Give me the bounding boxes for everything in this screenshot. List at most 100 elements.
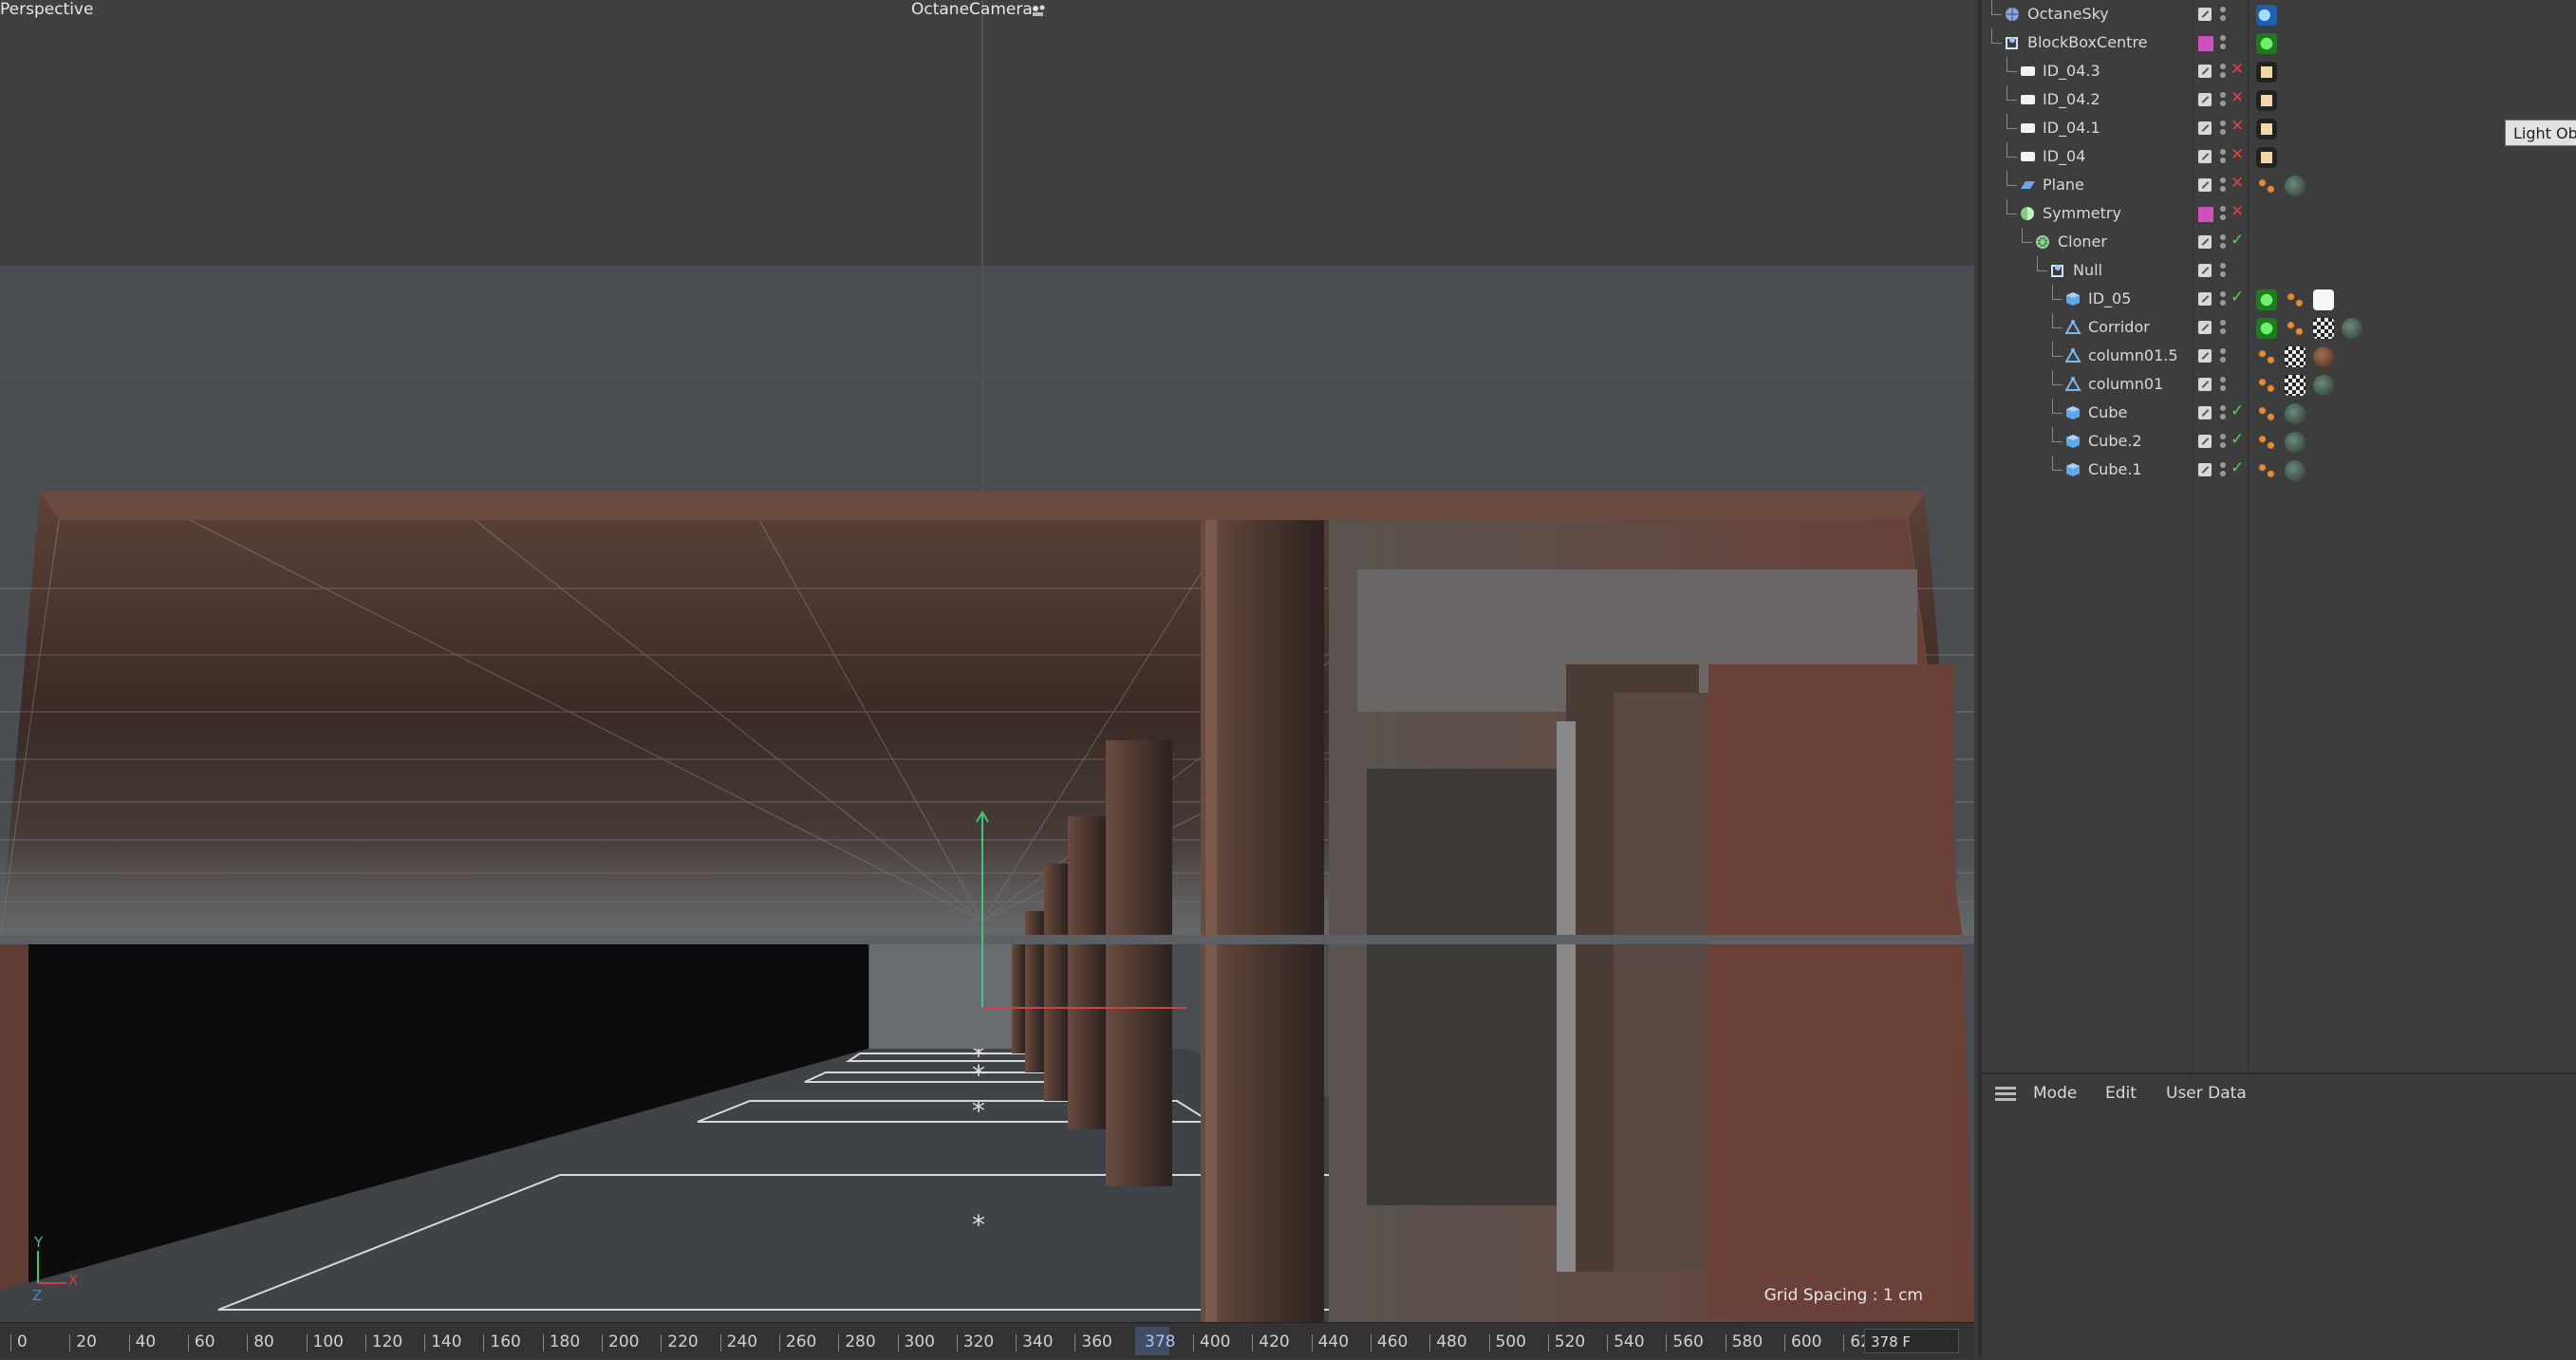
object-name[interactable]: ID_04 — [2043, 147, 2085, 165]
object-row-column01[interactable]: column01 — [1982, 370, 2576, 399]
visibility-dots-icon[interactable] — [2220, 205, 2226, 222]
octane-object-tag-icon[interactable] — [2256, 33, 2277, 54]
object-row-cube-2[interactable]: Cube.2 ✓ — [1982, 427, 2576, 456]
visibility-dots-icon[interactable] — [2220, 91, 2226, 108]
edit-layer-icon[interactable] — [2198, 178, 2212, 192]
material-tag-icon[interactable] — [2285, 460, 2305, 481]
enabled-check-icon[interactable]: ✓ — [2231, 458, 2244, 477]
octane-env-tag-icon[interactable] — [2256, 5, 2277, 26]
visibility-dots-icon[interactable] — [2220, 233, 2226, 251]
texture-tag-icon[interactable] — [2285, 318, 2305, 339]
edit-layer-icon[interactable] — [2198, 121, 2212, 135]
edit-layer-icon[interactable] — [2198, 264, 2212, 277]
disabled-cross-icon[interactable]: ✕ — [2231, 117, 2244, 136]
octane-light-tag-icon[interactable] — [2256, 119, 2277, 140]
object-manager[interactable]: OctaneSky BlockBoxCentre ID_04.3 ✕ ID_04.2 ✕ I… — [1982, 0, 2576, 1072]
edit-layer-icon[interactable] — [2198, 321, 2212, 334]
visibility-dots-icon[interactable] — [2220, 461, 2226, 478]
visibility-dots-icon[interactable] — [2220, 120, 2226, 137]
texture-tag-icon[interactable] — [2256, 176, 2277, 196]
material-tag-icon[interactable] — [2342, 318, 2362, 339]
visibility-dots-icon[interactable] — [2220, 6, 2226, 23]
object-name[interactable]: column01.5 — [2088, 346, 2178, 364]
disabled-cross-icon[interactable]: ✕ — [2231, 145, 2244, 164]
object-row-id-05[interactable]: ID_05 ✓ — [1982, 285, 2576, 313]
disabled-cross-icon[interactable]: ✕ — [2231, 88, 2244, 107]
object-row-id-04[interactable]: ID_04 ✕ — [1982, 142, 2576, 171]
disabled-cross-icon[interactable]: ✕ — [2231, 60, 2244, 79]
visibility-dots-icon[interactable] — [2220, 262, 2226, 279]
camera-name-label[interactable]: OctaneCamera — [911, 0, 1033, 19]
object-name[interactable]: ID_04.2 — [2043, 90, 2100, 108]
visibility-dots-icon[interactable] — [2220, 319, 2226, 336]
visibility-dots-icon[interactable] — [2220, 34, 2226, 51]
visibility-dots-icon[interactable] — [2220, 347, 2226, 364]
edit-layer-icon[interactable] — [2198, 235, 2212, 249]
enabled-check-icon[interactable]: ✓ — [2231, 401, 2244, 420]
edit-layer-icon[interactable] — [2198, 378, 2212, 391]
enabled-check-icon[interactable]: ✓ — [2231, 231, 2244, 250]
material-tag-icon[interactable] — [2285, 432, 2305, 453]
object-row-cube-1[interactable]: Cube.1 ✓ — [1982, 456, 2576, 484]
object-name[interactable]: OctaneSky — [2027, 5, 2109, 23]
menu-mode[interactable]: Mode — [2033, 1084, 2077, 1103]
object-name[interactable]: Cube.2 — [2088, 432, 2142, 450]
disabled-cross-icon[interactable]: ✕ — [2231, 202, 2244, 221]
edit-layer-icon[interactable] — [2198, 463, 2212, 476]
texture-tag-icon[interactable] — [2256, 375, 2277, 396]
rust-material-tag-icon[interactable] — [2313, 346, 2334, 367]
object-name[interactable]: Cube.1 — [2088, 460, 2142, 478]
edit-layer-icon[interactable] — [2198, 93, 2212, 106]
3d-viewport[interactable]: * * * * Perspective OctaneCamera Y X Z G… — [0, 0, 1974, 1322]
edit-layer-icon[interactable] — [2198, 8, 2212, 21]
edit-layer-icon[interactable] — [2198, 292, 2212, 306]
menu-user-data[interactable]: User Data — [2166, 1084, 2247, 1103]
texture-tag-icon[interactable] — [2256, 346, 2277, 367]
visibility-dots-icon[interactable] — [2220, 290, 2226, 307]
object-name[interactable]: column01 — [2088, 375, 2163, 393]
menu-edit[interactable]: Edit — [2105, 1084, 2137, 1103]
attribute-manager[interactable]: Mode Edit User Data — [1982, 1072, 2576, 1360]
object-name[interactable]: Cube — [2088, 403, 2127, 421]
object-name[interactable]: ID_04.3 — [2043, 62, 2100, 80]
object-row-id-04-1[interactable]: ID_04.1 ✕ — [1982, 114, 2576, 142]
object-name[interactable]: Cloner — [2058, 233, 2107, 251]
checker-material-tag-icon[interactable] — [2313, 318, 2334, 339]
timeline-ruler[interactable]: 378 0 20 40 60 80 100 120 140 160 180 200 220 240 260… — [0, 1322, 1974, 1359]
object-name[interactable]: ID_05 — [2088, 289, 2131, 307]
edit-layer-icon[interactable] — [2198, 65, 2212, 78]
object-row-null[interactable]: Null — [1982, 256, 2576, 285]
view-name-label[interactable]: Perspective — [0, 0, 93, 19]
edit-layer-icon[interactable] — [2198, 349, 2212, 363]
visibility-dots-icon[interactable] — [2220, 376, 2226, 393]
visibility-dots-icon[interactable] — [2220, 148, 2226, 165]
object-row-id-04-3[interactable]: ID_04.3 ✕ — [1982, 57, 2576, 85]
material-tag-icon[interactable] — [2313, 375, 2334, 396]
material-tag-icon[interactable] — [2285, 176, 2305, 196]
disabled-cross-icon[interactable]: ✕ — [2231, 174, 2244, 193]
hamburger-menu-icon[interactable] — [1995, 1087, 2016, 1102]
object-row-symmetry[interactable]: Symmetry ✕ — [1982, 199, 2576, 228]
object-name[interactable]: Corridor — [2088, 318, 2150, 336]
camera-link-icon[interactable] — [1030, 3, 1047, 16]
visibility-dots-icon[interactable] — [2220, 433, 2226, 450]
white-material-tag-icon[interactable] — [2313, 289, 2334, 310]
object-row-plane[interactable]: Plane ✕ — [1982, 171, 2576, 199]
layer-color-swatch[interactable] — [2198, 207, 2213, 222]
object-row-octanesky[interactable]: OctaneSky — [1982, 0, 2576, 28]
object-name[interactable]: Plane — [2043, 176, 2084, 194]
object-row-cloner[interactable]: Cloner ✓ — [1982, 228, 2576, 256]
object-name[interactable]: ID_04.1 — [2043, 119, 2100, 137]
object-row-id-04-2[interactable]: ID_04.2 ✕ — [1982, 85, 2576, 114]
edit-layer-icon[interactable] — [2198, 150, 2212, 163]
enabled-check-icon[interactable]: ✓ — [2231, 430, 2244, 449]
object-row-column01-5[interactable]: column01.5 — [1982, 342, 2576, 370]
octane-light-tag-icon[interactable] — [2256, 147, 2277, 168]
object-name[interactable]: Symmetry — [2043, 204, 2121, 222]
octane-light-tag-icon[interactable] — [2256, 90, 2277, 111]
texture-tag-icon[interactable] — [2285, 289, 2305, 310]
object-row-corridor[interactable]: Corridor — [1982, 313, 2576, 342]
octane-light-tag-icon[interactable] — [2256, 62, 2277, 83]
octane-object-tag-icon[interactable] — [2256, 318, 2277, 339]
visibility-dots-icon[interactable] — [2220, 63, 2226, 80]
